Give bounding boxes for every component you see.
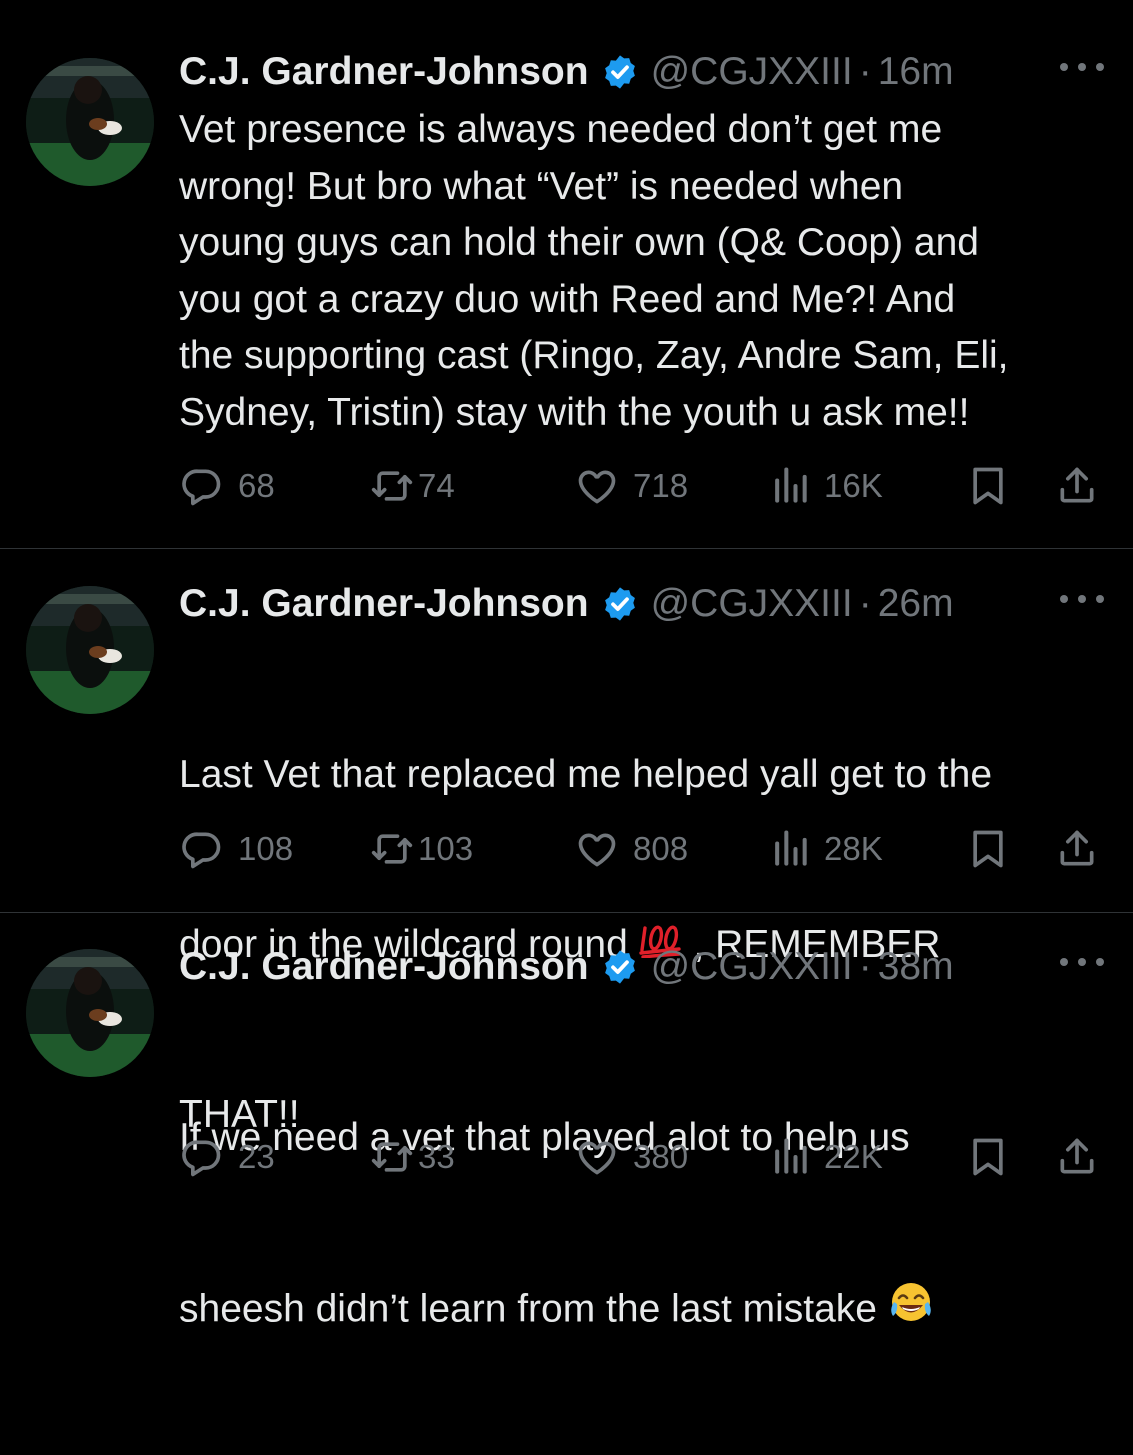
views-count: 22K [824,1138,883,1175]
action-bar: 23 33 380 22K [0,1132,1133,1182]
views-icon [775,1138,807,1174]
reply-icon [182,832,221,869]
avatar[interactable] [26,949,154,1077]
verified-badge-icon [604,950,635,984]
action-bar: 108 103 808 28K [0,824,1133,874]
repost-icon [371,471,413,501]
action-bar: 68 74 718 16K [0,461,1133,511]
reply-icon [182,1140,221,1177]
bookmark-button[interactable] [966,461,1010,511]
share-button[interactable] [1055,1132,1099,1182]
like-count: 718 [633,467,689,504]
views-icon [775,467,807,503]
views-count: 16K [824,467,883,504]
share-icon [1060,467,1094,503]
tweet-text-line: Last Vet that replaced me helped yall ge… [179,753,993,796]
author-name[interactable]: C.J. Gardner-Johnson [179,945,589,989]
tweet-divider [0,912,1133,913]
separator-dot: · [858,50,872,93]
share-button[interactable] [1055,824,1099,874]
reply-count: 68 [238,467,275,504]
tweet-header: C.J. Gardner-Johnson @CGJXXIII · 38m [179,937,954,997]
like-icon [578,1141,616,1175]
avatar[interactable] [26,586,154,714]
share-icon [1060,1138,1094,1174]
like-count: 808 [633,830,689,867]
like-count: 380 [633,1138,689,1175]
reply-icon [182,469,221,506]
views-count: 28K [824,830,883,867]
bookmark-button[interactable] [966,1132,1010,1182]
tears-of-joy-emoji [888,1280,934,1343]
views-button[interactable]: 16K [770,461,883,511]
more-icon[interactable] [1060,52,1104,82]
tweet-text-segment: sheesh didn’t learn from the last mistak… [179,1287,888,1331]
author-handle[interactable]: @CGJXXIII [651,945,853,989]
more-icon[interactable] [1060,584,1104,614]
bookmark-icon [973,467,1003,505]
timestamp[interactable]: 26m [878,582,954,626]
repost-count: 74 [418,467,455,504]
views-button[interactable]: 28K [770,824,883,874]
bookmark-icon [973,1138,1003,1176]
like-button[interactable]: 380 [575,1132,688,1182]
reply-count: 23 [238,1138,275,1175]
views-icon [775,830,807,866]
bookmark-button[interactable] [966,824,1010,874]
tweet-header: C.J. Gardner-Johnson @CGJXXIII · 26m [179,574,954,634]
author-name[interactable]: C.J. Gardner-Johnson [179,50,589,94]
verified-badge-icon [604,55,635,89]
tweet-header: C.J. Gardner-Johnson @CGJXXIII · 16m [179,42,954,102]
like-icon [578,470,616,504]
reply-button[interactable]: 68 [180,461,275,511]
timestamp[interactable]: 38m [878,945,954,989]
more-icon[interactable] [1060,947,1104,977]
repost-count: 103 [418,830,474,867]
separator-dot: · [858,945,872,988]
verified-badge-icon [604,587,635,621]
repost-button[interactable]: 74 [370,461,455,511]
repost-button[interactable]: 103 [370,824,473,874]
avatar[interactable] [26,58,154,186]
reply-button[interactable]: 23 [180,1132,275,1182]
repost-icon [371,834,413,864]
author-name[interactable]: C.J. Gardner-Johnson [179,582,589,626]
views-button[interactable]: 22K [770,1132,883,1182]
tweet-3[interactable]: C.J. Gardner-Johnson @CGJXXIII · 38m If … [0,937,1133,1330]
reply-button[interactable]: 108 [180,824,293,874]
repost-icon [371,1142,413,1172]
repost-count: 33 [418,1138,455,1175]
like-button[interactable]: 808 [575,824,688,874]
tweet-text: Vet presence is always needed don’t get … [179,108,1009,434]
tweet-2[interactable]: C.J. Gardner-Johnson @CGJXXIII · 26m Las… [0,574,1133,1136]
separator-dot: · [858,582,872,625]
repost-button[interactable]: 33 [370,1132,455,1182]
author-handle[interactable]: @CGJXXIII [651,582,853,626]
tweet-1[interactable]: C.J. Gardner-Johnson @CGJXXIII · 16m Vet… [0,42,1133,512]
tweet-text: If we need a vet that played alot to hel… [179,997,1119,1455]
tweet-text-line: sheesh didn’t learn from the last mistak… [179,1280,1119,1343]
author-handle[interactable]: @CGJXXIII [651,50,853,94]
timestamp[interactable]: 16m [878,50,954,94]
share-icon [1060,830,1094,866]
like-button[interactable]: 718 [575,461,688,511]
like-icon [578,833,616,867]
share-button[interactable] [1055,461,1099,511]
reply-count: 108 [238,830,294,867]
tweet-divider [0,548,1133,549]
bookmark-icon [973,830,1003,868]
